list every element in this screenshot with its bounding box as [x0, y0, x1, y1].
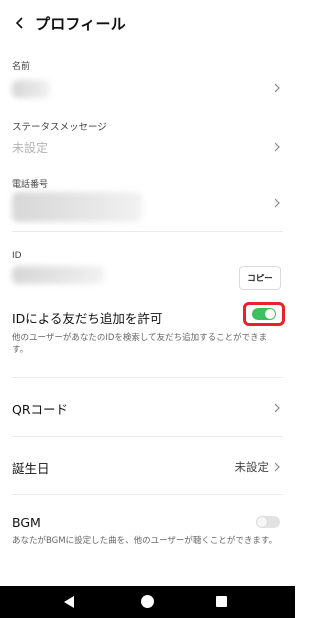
chevron-right-icon — [274, 198, 280, 208]
bgm-toggle[interactable] — [256, 516, 280, 528]
birthday-value: 未設定 — [234, 460, 270, 474]
id-search-description: 他のユーザーがあなたのIDを検索して友だち追加することができます。 — [12, 333, 268, 355]
bgm-description: あなたがBGMに設定した曲を、他のユーザーが聴くことができます。 — [12, 536, 278, 546]
divider — [12, 436, 283, 437]
nav-recent-apps-icon[interactable] — [216, 596, 227, 607]
name-value-redacted — [12, 80, 50, 98]
qr-code-title: QRコード — [12, 402, 69, 417]
back-button[interactable] — [9, 12, 31, 34]
chevron-right-icon — [274, 403, 280, 413]
divider — [12, 231, 283, 232]
name-label: 名前 — [12, 62, 31, 72]
chevron-right-icon — [274, 142, 280, 152]
birthday-title: 誕生日 — [12, 461, 50, 476]
status-message-value: 未設定 — [12, 141, 49, 155]
id-search-title: IDによる友だち追加を許可 — [12, 311, 163, 326]
divider — [12, 377, 283, 378]
bgm-title: BGM — [12, 515, 41, 530]
divider — [12, 494, 283, 495]
chevron-right-icon — [274, 83, 280, 93]
nav-back-icon[interactable] — [64, 596, 74, 608]
copy-button[interactable]: コピー — [239, 266, 281, 290]
id-label: ID — [12, 251, 22, 261]
status-message-label: ステータスメッセージ — [12, 122, 107, 133]
highlight-box — [243, 302, 285, 326]
nav-home-icon[interactable] — [141, 595, 154, 608]
system-navigation-bar — [0, 586, 295, 618]
chevron-left-icon — [15, 17, 23, 29]
phone-number-label: 電話番号 — [12, 180, 49, 190]
chevron-right-icon — [274, 462, 280, 472]
toggle-knob — [257, 517, 267, 527]
header: プロフィール — [0, 0, 295, 46]
page-title: プロフィール — [35, 15, 126, 33]
id-value-redacted — [12, 266, 104, 284]
phone-number-value-redacted — [12, 192, 142, 222]
